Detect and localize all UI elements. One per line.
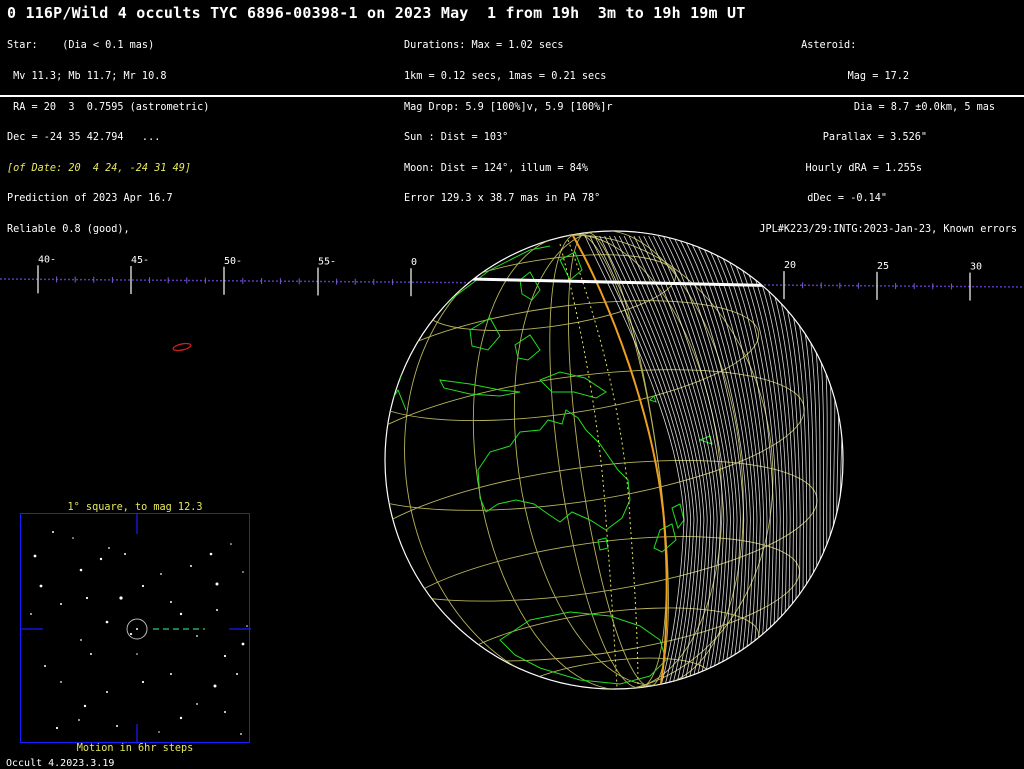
finder-star xyxy=(236,673,238,675)
duration-line: Error 129.3 x 38.7 mas in PA 78° xyxy=(404,193,601,205)
finder-star xyxy=(105,620,109,624)
finder-star xyxy=(108,547,110,549)
finder-star xyxy=(106,691,108,693)
finder-star xyxy=(213,684,217,688)
finder-star xyxy=(141,584,145,588)
scale-label: 20 xyxy=(784,260,796,271)
scale-label: 30 xyxy=(970,262,982,273)
scale-label: 50- xyxy=(224,256,242,267)
finder-star xyxy=(119,596,123,600)
finder-chart-title: 1° square, to mag 12.3 xyxy=(67,502,203,513)
finder-star xyxy=(246,625,248,627)
finder-star xyxy=(72,537,74,539)
finder-chart-caption: Motion in 6hr steps xyxy=(76,743,194,754)
globe xyxy=(384,230,844,690)
finder-star xyxy=(129,632,133,636)
asteroid-info: Asteroid: Mag = 17.2 Dia = 8.7 ±0.0km, 5… xyxy=(759,21,1017,245)
finder-star xyxy=(83,704,87,708)
asteroid-line: Dia = 8.7 ±0.0km, 5 mas xyxy=(853,101,995,113)
duration-info: Durations: Max = 1.02 secs 1km = 0.12 se… xyxy=(404,21,613,215)
finder-star xyxy=(99,557,103,561)
finder-chart-canvas xyxy=(21,514,251,744)
finder-star xyxy=(196,703,198,705)
duration-line: 1km = 0.12 secs, 1mas = 0.21 secs xyxy=(404,71,607,82)
version-label: Occult 4.2023.3.19 xyxy=(6,758,115,769)
asteroid-line: Parallax = 3.526" xyxy=(822,132,927,144)
asteroid-line: JPL#K223/29:INTG:2023-Jan-23, Known erro… xyxy=(759,223,1017,235)
finder-chart xyxy=(20,513,251,744)
star-line: Mv 11.3; Mb 11.7; Mr 10.8 xyxy=(7,71,167,82)
scale-label: 25 xyxy=(877,261,889,272)
star-line-of-date: [of Date: 20 4 24, -24 31 49] xyxy=(7,162,192,174)
star-line: Prediction of 2023 Apr 16.7 xyxy=(7,193,173,205)
finder-star xyxy=(136,653,138,655)
finder-star xyxy=(160,573,162,575)
finder-star xyxy=(179,716,183,720)
finder-star xyxy=(170,673,172,675)
finder-star xyxy=(55,726,59,730)
finder-star xyxy=(216,609,218,611)
finder-star xyxy=(79,568,83,572)
finder-star xyxy=(242,571,244,573)
star-line: RA = 20 3 0.7595 (astrometric) xyxy=(7,101,210,113)
finder-star xyxy=(85,596,89,600)
star-line: Star: (Dia < 0.1 mas) xyxy=(7,40,155,52)
header-divider xyxy=(0,95,1024,97)
finder-star xyxy=(209,552,213,556)
finder-star xyxy=(170,601,172,603)
error-ellipse xyxy=(172,342,192,352)
page-title: 0 116P/Wild 4 occults TYC 6896-00398-1 o… xyxy=(7,4,746,22)
asteroid-line: dDec = -0.14" xyxy=(807,193,887,205)
scale-label: 55- xyxy=(318,256,336,267)
finder-star xyxy=(52,531,54,533)
finder-star xyxy=(60,681,62,683)
finder-star xyxy=(240,733,242,735)
star-line: Dec = -24 35 42.794 ... xyxy=(7,132,161,144)
star-info: Star: (Dia < 0.1 mas) Mv 11.3; Mb 11.7; … xyxy=(7,21,209,245)
star-line: Reliable 0.8 (good), xyxy=(7,223,130,235)
finder-star xyxy=(196,635,198,637)
finder-star xyxy=(179,612,183,616)
finder-star xyxy=(224,711,226,713)
finder-star xyxy=(33,554,37,558)
duration-line: Moon: Dist = 124°, illum = 84% xyxy=(404,162,589,174)
asteroid-line: Hourly dRA = 1.255s xyxy=(805,162,922,174)
finder-star xyxy=(230,543,232,545)
finder-star xyxy=(223,654,227,658)
asteroid-line: Asteroid: xyxy=(801,40,887,52)
finder-star xyxy=(158,731,160,733)
finder-star xyxy=(80,639,82,641)
finder-star xyxy=(90,653,92,655)
finder-star xyxy=(39,584,43,588)
finder-star xyxy=(241,642,245,646)
duration-line: Sun : Dist = 103° xyxy=(404,132,509,144)
duration-line: Mag Drop: 5.9 [100%]v, 5.9 [100%]r xyxy=(404,101,613,113)
finder-star xyxy=(44,665,46,667)
finder-star xyxy=(190,565,192,567)
scale-label: 45- xyxy=(131,255,149,266)
finder-star xyxy=(116,725,118,727)
finder-star xyxy=(141,680,145,684)
finder-target-star xyxy=(136,628,138,630)
asteroid-line: Mag = 17.2 xyxy=(847,71,909,82)
scale-label: 40- xyxy=(38,254,56,265)
scale-label: 0 xyxy=(411,257,417,268)
finder-star xyxy=(124,553,126,555)
finder-star xyxy=(30,613,32,615)
finder-star xyxy=(60,603,62,605)
finder-star xyxy=(215,582,219,586)
duration-line: Durations: Max = 1.02 secs xyxy=(404,40,564,52)
finder-star xyxy=(78,719,80,721)
